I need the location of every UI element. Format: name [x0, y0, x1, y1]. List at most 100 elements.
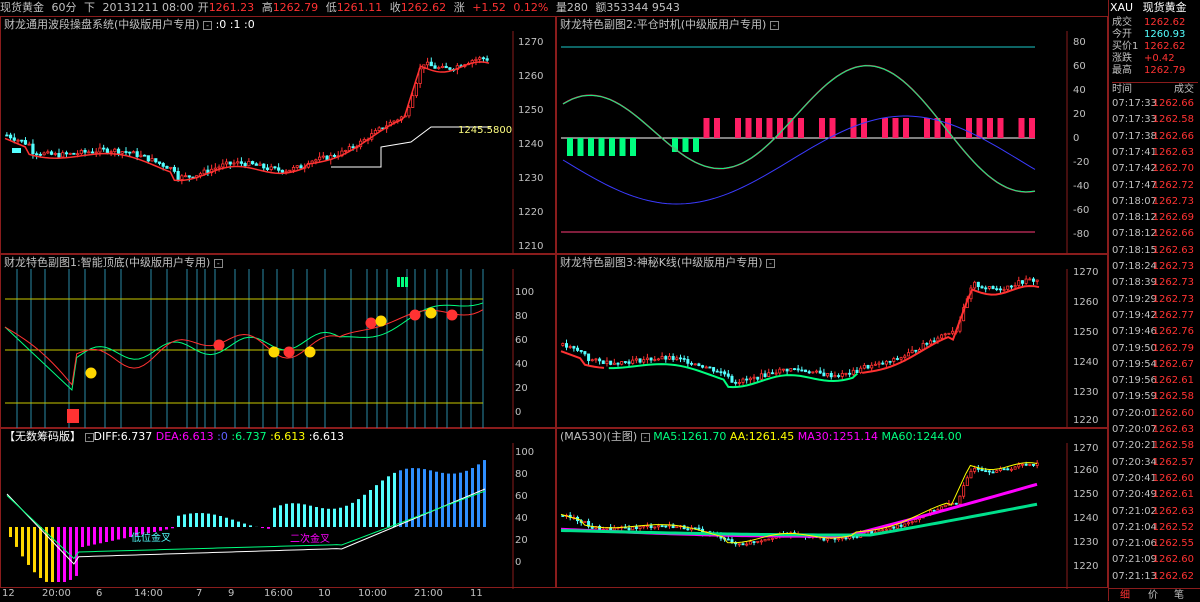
candle-body	[845, 538, 847, 539]
macd-bar	[291, 503, 294, 527]
candle-body	[255, 164, 257, 166]
candle-body	[668, 356, 670, 359]
candle-body	[43, 153, 45, 155]
marker	[12, 148, 21, 153]
candle-body	[746, 379, 748, 380]
candle-body	[764, 374, 766, 377]
candle-body	[841, 538, 843, 539]
candle-body	[438, 68, 440, 69]
candle-body	[24, 140, 26, 144]
top-bottom-indicator[interactable]	[1, 255, 557, 429]
trade-row: 07:19:461262.76	[1112, 325, 1198, 339]
bar	[609, 138, 615, 156]
tab-tick[interactable]: 笔	[1174, 589, 1184, 602]
trade-price: 1262.66	[1153, 227, 1194, 241]
macd-bar	[405, 469, 408, 527]
candle-body	[28, 144, 30, 145]
candle-body	[992, 472, 994, 473]
macd-bar	[15, 527, 18, 547]
quote-label: 买价1	[1112, 41, 1138, 52]
sub-chart-3[interactable]: 财龙特色副图3:神秘K线(中级版用户专用) - 1270 1260 1250 1…	[556, 254, 1108, 428]
candle-body	[17, 140, 19, 141]
trade-price: 1262.73	[1153, 260, 1194, 274]
candle-body	[790, 369, 792, 371]
candle-body	[974, 282, 976, 288]
bar	[882, 118, 888, 138]
candle-body	[988, 286, 990, 288]
macd-indicator[interactable]	[1, 429, 557, 589]
bar	[767, 118, 773, 138]
sub-chart-macd[interactable]: 【无数筹码版】 -DIFF:6.737 DEA:6.613 :0 :6.737 …	[0, 428, 556, 588]
close-value: 1262.62	[401, 1, 447, 14]
candle-body	[1007, 469, 1009, 470]
macd-bar	[75, 527, 78, 576]
main-chart-panel[interactable]: 财龙通用波段操盘系统(中级版用户专用) - :0 :1 :0 1245.5800…	[0, 16, 556, 254]
macd-bar	[351, 503, 354, 527]
candle-body	[595, 359, 597, 360]
candle-body	[797, 369, 799, 370]
candle-body	[907, 353, 909, 356]
right-name: 现货黄金	[1143, 1, 1187, 14]
candle-body	[654, 359, 656, 360]
candle-body	[948, 333, 950, 334]
top-bar	[397, 277, 400, 287]
macd-bar	[321, 508, 324, 527]
candle-body	[117, 149, 119, 153]
candle-body	[617, 363, 619, 364]
candle-body	[565, 344, 567, 348]
candle-body	[624, 362, 626, 363]
sub-chart-2[interactable]: 财龙特色副图2:平仓时机(中级版用户专用) - 80 60 40 20 0 -2…	[556, 16, 1108, 254]
time-tick: 10:00	[358, 588, 387, 599]
macd-bar	[453, 474, 456, 527]
candle-body	[158, 162, 160, 164]
quote-label: 涨跌	[1112, 53, 1132, 64]
signal-dot	[426, 308, 437, 319]
candle-body	[9, 135, 11, 138]
sub-chart-1[interactable]: 财龙特色副图1:智能顶底(中级版用户专用) - 100 80 60 40 20 …	[0, 254, 556, 428]
candle-body	[753, 542, 755, 543]
mystery-kline-chart[interactable]	[557, 255, 1109, 429]
right-code[interactable]: XAU	[1110, 1, 1133, 14]
bar	[567, 138, 573, 156]
time-tick: 6	[96, 588, 102, 599]
candle-body	[815, 371, 817, 372]
support-red-b	[862, 286, 1039, 373]
candle-body	[871, 531, 873, 533]
main-candlestick-chart[interactable]	[1, 17, 557, 255]
candle-body	[166, 166, 168, 168]
ma-axis-0: 1270	[1073, 443, 1098, 454]
candle-body	[753, 377, 755, 378]
candle-body	[786, 369, 788, 371]
candle-body	[676, 526, 678, 527]
quote-value: 1262.62	[1144, 17, 1185, 29]
candle-body	[169, 167, 171, 168]
sub1-axis-2: 60	[515, 335, 528, 346]
trade-price: 1262.77	[1153, 309, 1194, 323]
candle-body	[687, 529, 689, 530]
tab-detail[interactable]: 细	[1120, 589, 1130, 602]
main-axis-2: 1250	[518, 105, 543, 116]
tab-price[interactable]: 价	[1148, 589, 1158, 602]
signal-dot	[305, 347, 316, 358]
candle-body	[184, 176, 186, 177]
bar	[1019, 118, 1025, 138]
sub1-axis-0: 100	[515, 287, 534, 298]
ma-candlestick-chart[interactable]	[557, 429, 1109, 589]
candle-body	[650, 358, 652, 360]
candle-body	[657, 359, 659, 360]
trade-time: 07:21:06	[1112, 538, 1157, 549]
period-label[interactable]: 60分	[52, 1, 77, 14]
trade-header: 时间 成交	[1112, 82, 1198, 97]
close-timing-indicator[interactable]	[557, 17, 1109, 255]
ma-chart-panel[interactable]: (MA530)(主图) - MA5:1261.70 AA:1261.45 MA3…	[556, 428, 1108, 588]
candle-body	[333, 155, 335, 156]
time-tick: 14:00	[134, 588, 163, 599]
trade-row: 07:18:121262.66	[1112, 227, 1198, 241]
candle-body	[690, 363, 692, 364]
candle-body	[281, 170, 283, 172]
trade-header-price: 成交	[1174, 83, 1194, 97]
macd-bar	[117, 527, 120, 540]
trade-row: 07:20:491262.61	[1112, 488, 1198, 502]
candle-body	[121, 152, 123, 154]
symbol-name[interactable]: 现货黄金	[0, 1, 44, 14]
